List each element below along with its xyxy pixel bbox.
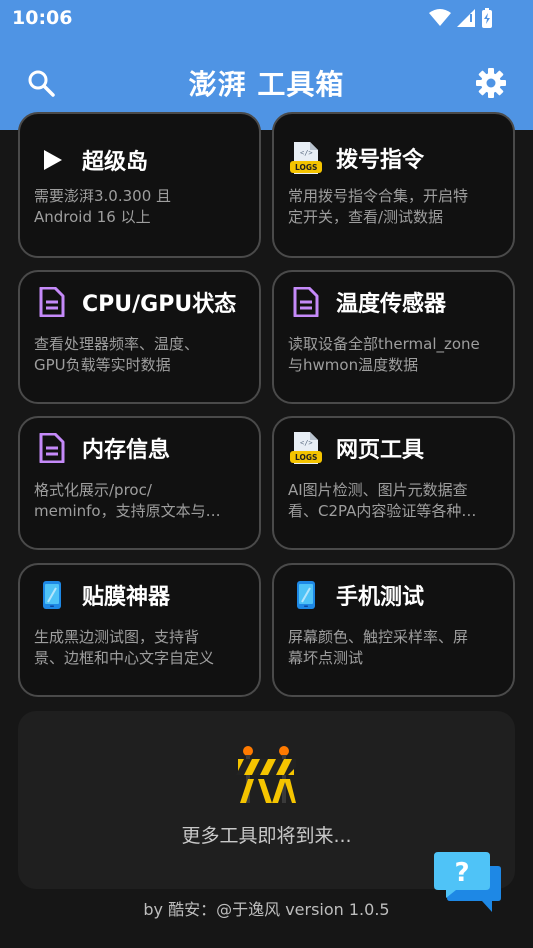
logs-file-icon: </> LOGS bbox=[290, 432, 322, 464]
card-title: 拨号指令 bbox=[336, 148, 425, 173]
document-icon bbox=[36, 286, 68, 318]
svg-text:</>: </> bbox=[300, 149, 313, 157]
card-title: 贴膜神器 bbox=[82, 585, 171, 610]
search-button[interactable] bbox=[24, 66, 58, 100]
gear-icon bbox=[476, 68, 506, 98]
coming-soon-text: 更多工具即将到来... bbox=[181, 825, 352, 847]
card-title: CPU/GPU状态 bbox=[82, 292, 237, 317]
search-icon bbox=[28, 70, 55, 97]
document-icon bbox=[36, 432, 68, 464]
card-title: 网页工具 bbox=[336, 438, 425, 463]
phone-icon bbox=[290, 579, 322, 611]
card-super-island[interactable]: 超级岛 需要澎湃3.0.300 且 Android 16 以上 bbox=[18, 112, 261, 258]
svg-text:LOGS: LOGS bbox=[295, 453, 317, 462]
card-description: 读取设备全部thermal_zone 与hwmon温度数据 bbox=[288, 335, 480, 374]
card-description: 生成黑边测试图，支持背 景、边框和中心文字自定义 bbox=[34, 628, 215, 667]
construction-barrier-icon bbox=[236, 746, 296, 803]
settings-button[interactable] bbox=[474, 66, 508, 100]
help-label: ? bbox=[454, 858, 469, 888]
card-description: 需要澎湃3.0.300 且 Android 16 以上 bbox=[34, 187, 172, 226]
logs-file-icon: </> LOGS bbox=[290, 142, 322, 174]
card-cpu-gpu-status[interactable]: CPU/GPU状态 查看处理器频率、温度、 GPU负载等实时数据 bbox=[18, 270, 261, 404]
card-description: 屏幕颜色、触控采样率、屏 幕坏点测试 bbox=[288, 628, 469, 667]
card-temperature-sensors[interactable]: 温度传感器 读取设备全部thermal_zone 与hwmon温度数据 bbox=[272, 270, 515, 404]
card-screen-protector-tool[interactable]: 贴膜神器 生成黑边测试图，支持背 景、边框和中心文字自定义 bbox=[18, 563, 261, 697]
play-icon bbox=[36, 144, 68, 176]
card-title: 超级岛 bbox=[82, 150, 149, 175]
card-web-tools[interactable]: </> LOGS 网页工具 AI图片检测、图片元数据查 看、C2PA内容验证等各种… bbox=[272, 416, 515, 550]
card-description: 常用拨号指令合集，开启特 定开关，查看/测试数据 bbox=[288, 187, 469, 226]
svg-text:LOGS: LOGS bbox=[295, 163, 317, 172]
card-phone-test[interactable]: 手机测试 屏幕颜色、触控采样率、屏 幕坏点测试 bbox=[272, 563, 515, 697]
document-icon bbox=[290, 286, 322, 318]
phone-icon bbox=[36, 579, 68, 611]
help-chat-icon: ? bbox=[434, 852, 501, 912]
battery-icon bbox=[482, 8, 492, 28]
card-title: 温度传感器 bbox=[336, 292, 447, 317]
card-title: 内存信息 bbox=[82, 438, 171, 463]
card-memory-info[interactable]: 内存信息 格式化展示/proc/ meminfo，支持原文本与… bbox=[18, 416, 261, 550]
status-bar: 10:06 bbox=[0, 0, 533, 36]
help-button[interactable]: ? bbox=[434, 852, 502, 914]
app-title: 澎湃 工具箱 bbox=[188, 68, 345, 101]
svg-text:</>: </> bbox=[300, 439, 313, 447]
signal-icon bbox=[457, 9, 475, 27]
card-description: 查看处理器频率、温度、 GPU负载等实时数据 bbox=[34, 335, 200, 374]
wifi-icon bbox=[429, 9, 451, 26]
status-time: 10:06 bbox=[12, 7, 73, 29]
card-description: 格式化展示/proc/ meminfo，支持原文本与… bbox=[34, 481, 221, 520]
status-icons bbox=[429, 8, 493, 28]
card-dial-codes[interactable]: </> LOGS 拨号指令 常用拨号指令合集，开启特 定开关，查看/测试数据 bbox=[272, 112, 515, 258]
card-title: 手机测试 bbox=[336, 585, 425, 610]
card-description: AI图片检测、图片元数据查 看、C2PA内容验证等各种… bbox=[288, 481, 477, 520]
